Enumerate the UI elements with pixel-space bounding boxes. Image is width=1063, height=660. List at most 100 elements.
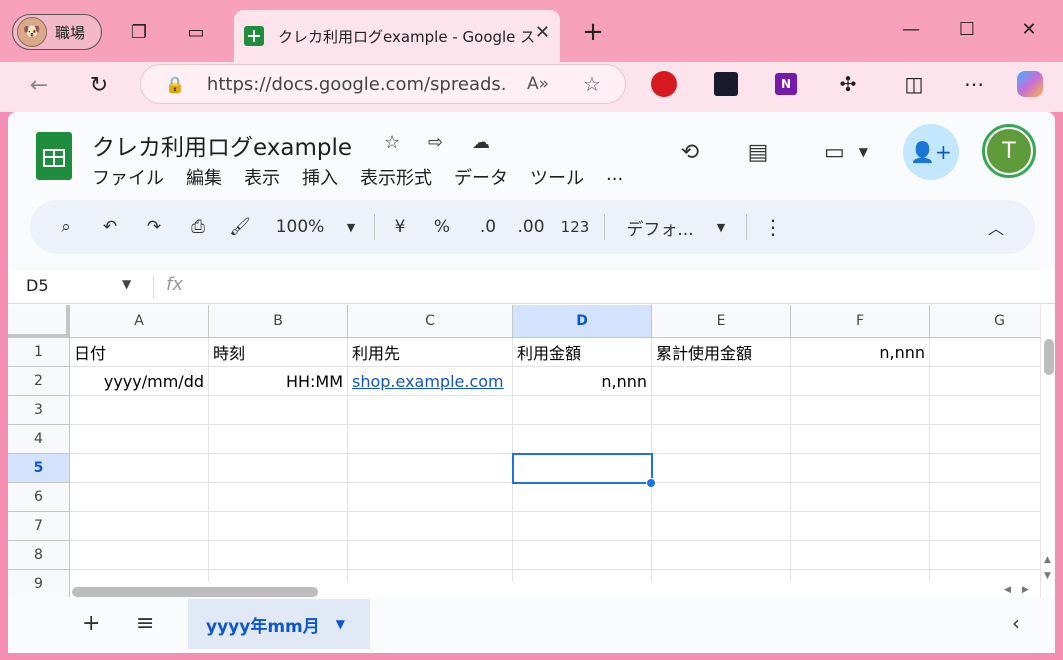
back-arrow-icon[interactable]: ← [24, 70, 54, 100]
selected-cell-d5[interactable] [512, 453, 653, 484]
cell-c4[interactable] [348, 425, 513, 454]
fill-handle[interactable] [646, 478, 656, 488]
minimize-icon[interactable]: — [896, 14, 926, 44]
cell-g1[interactable] [930, 338, 1055, 367]
cell-c2[interactable]: shop.example.com [348, 367, 513, 396]
all-sheets-icon[interactable]: ≡ [136, 611, 154, 636]
cell-b3[interactable] [209, 396, 348, 425]
cell-c1[interactable]: 利用先 [348, 338, 513, 367]
cell-e8[interactable] [652, 541, 791, 570]
vertical-scrollbar[interactable]: ▲ ▼ [1040, 305, 1055, 597]
move-folder-icon[interactable]: ⇨ [428, 132, 443, 153]
cell-g8[interactable] [930, 541, 1055, 570]
cell-a7[interactable] [70, 512, 209, 541]
reader-extension-icon[interactable] [710, 68, 742, 100]
name-box-chevron-icon[interactable]: ▼ [122, 277, 131, 291]
cell-f3[interactable] [791, 396, 930, 425]
comments-icon[interactable]: ▤ [738, 132, 778, 172]
tab-actions-icon[interactable]: ▭ [181, 17, 211, 47]
cell-e2[interactable] [652, 367, 791, 396]
cell-c6[interactable] [348, 483, 513, 512]
menu-format[interactable]: 表示形式 [360, 164, 432, 190]
cell-c8[interactable] [348, 541, 513, 570]
trend-micro-icon[interactable] [648, 68, 680, 100]
cell-c5[interactable] [348, 454, 513, 483]
cell-b5[interactable] [209, 454, 348, 483]
onenote-icon[interactable]: N [770, 68, 802, 100]
cell-f7[interactable] [791, 512, 930, 541]
sheet-tab-chevron-icon[interactable]: ▼ [336, 617, 345, 631]
cell-f8[interactable] [791, 541, 930, 570]
cell-g6[interactable] [930, 483, 1055, 512]
share-button[interactable]: 👤+ [903, 124, 959, 180]
meet-button[interactable]: ▭ ▼ [814, 132, 878, 172]
row-header[interactable]: 4 [8, 425, 70, 454]
maximize-icon[interactable]: ☐ [952, 14, 982, 44]
column-header[interactable]: A [70, 305, 209, 338]
cell-f2[interactable] [791, 367, 930, 396]
cell-d1[interactable]: 利用金額 [513, 338, 652, 367]
redo-icon[interactable]: ↷ [142, 212, 166, 242]
scroll-right-icon[interactable]: ▶ [1022, 585, 1029, 595]
row-header[interactable]: 3 [8, 396, 70, 425]
collections-icon[interactable]: ❐ [124, 17, 154, 47]
currency-button[interactable]: ¥ [390, 212, 410, 242]
read-aloud-icon[interactable]: A» [527, 74, 549, 94]
cell-a5[interactable] [70, 454, 209, 483]
row-header[interactable]: 1 [8, 338, 70, 367]
row-header[interactable]: 9 [8, 570, 70, 597]
copilot-icon[interactable] [1014, 68, 1046, 100]
increase-decimal-button[interactable]: .00 [516, 212, 546, 242]
star-icon[interactable]: ☆ [384, 132, 400, 153]
menu-view[interactable]: 表示 [244, 164, 280, 190]
cell-b8[interactable] [209, 541, 348, 570]
column-header[interactable]: B [209, 305, 348, 338]
sheet-tab-active[interactable]: yyyy年mm月 ▼ [188, 599, 370, 649]
cell-g2[interactable] [930, 367, 1055, 396]
cell-a8[interactable] [70, 541, 209, 570]
cell-a3[interactable] [70, 396, 209, 425]
spreadsheet-grid[interactable]: A B C D E F G 1 2 3 4 5 6 7 8 9 日付 時刻 利用先利… [8, 305, 1055, 597]
tab-active[interactable]: クレカ利用ログexample - Google スプ ✕ [234, 10, 560, 62]
cell-g3[interactable] [930, 396, 1055, 425]
column-header[interactable]: F [791, 305, 930, 338]
cloud-saved-icon[interactable]: ☁ [472, 132, 490, 153]
vertical-scroll-thumb[interactable] [1044, 339, 1054, 375]
search-menus-icon[interactable]: ⌕ [54, 212, 78, 242]
cell-b1[interactable]: 時刻 [209, 338, 348, 367]
menu-more[interactable]: ... [606, 164, 623, 190]
cell-e7[interactable] [652, 512, 791, 541]
menu-tools[interactable]: ツール [530, 164, 584, 190]
zoom-select[interactable]: 100% [270, 212, 330, 242]
column-header[interactable]: G [930, 305, 1055, 338]
column-header[interactable]: D [513, 305, 652, 338]
cell-a4[interactable] [70, 425, 209, 454]
version-history-icon[interactable]: ⟲ [670, 132, 710, 172]
decrease-decimal-button[interactable]: .0 [474, 212, 502, 242]
cell-e5[interactable] [652, 454, 791, 483]
split-screen-icon[interactable]: ◫ [898, 68, 930, 100]
menu-file[interactable]: ファイル [92, 164, 164, 190]
cell-d2[interactable]: n,nnn [513, 367, 652, 396]
cell-b2[interactable]: HH:MM [209, 367, 348, 396]
close-window-icon[interactable]: ✕ [1014, 14, 1044, 44]
row-header[interactable]: 2 [8, 367, 70, 396]
row-header[interactable]: 7 [8, 512, 70, 541]
scroll-left-icon[interactable]: ◀ [1004, 585, 1011, 595]
close-tab-icon[interactable]: ✕ [535, 22, 550, 43]
cell-d8[interactable] [513, 541, 652, 570]
cell-a2[interactable]: yyyy/mm/dd [70, 367, 209, 396]
cell-e6[interactable] [652, 483, 791, 512]
cell-g5[interactable] [930, 454, 1055, 483]
user-avatar[interactable]: T [982, 124, 1036, 178]
cell-d4[interactable] [513, 425, 652, 454]
address-bar[interactable]: 🔒 https://docs.google.com/spreads... A» … [140, 64, 626, 104]
cell-f1[interactable]: n,nnn [791, 338, 930, 367]
cell-f4[interactable] [791, 425, 930, 454]
cell-a6[interactable] [70, 483, 209, 512]
print-icon[interactable]: ⎙ [186, 212, 210, 242]
sheets-logo-icon[interactable] [36, 132, 72, 180]
cell-f6[interactable] [791, 483, 930, 512]
favorite-star-icon[interactable]: ☆ [583, 72, 601, 96]
undo-icon[interactable]: ↶ [98, 212, 122, 242]
